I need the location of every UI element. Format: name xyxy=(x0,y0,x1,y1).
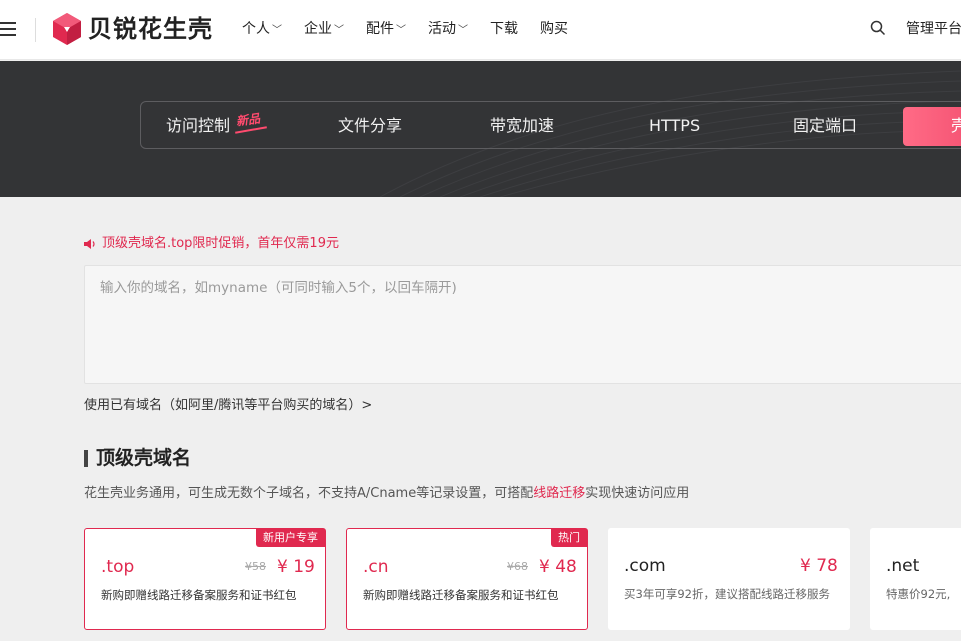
active-tab-label: 壳 xyxy=(951,116,961,135)
feature-tabs: 访问控制 新品 文件分享 带宽加速 HTTPS 固定端口 壳 xyxy=(140,101,961,149)
nav-item-download[interactable]: 下载 xyxy=(490,18,518,42)
main-nav: 个人 ﹀ 企业 ﹀ 配件 ﹀ 活动 ﹀ 下载 购买 xyxy=(242,18,590,42)
logo-cube-icon[interactable] xyxy=(52,12,82,46)
nav-item-personal[interactable]: 个人 ﹀ xyxy=(242,18,282,42)
domain-extension: .net xyxy=(886,556,920,576)
original-price: ¥68 xyxy=(507,560,528,573)
domain-card-top[interactable]: 新用户专享 .top ¥58 ¥ 19 新购即赠线路迁移备案服务和证书红包 xyxy=(84,528,326,630)
chevron-down-icon: ﹀ xyxy=(272,25,282,36)
original-price: ¥58 xyxy=(245,560,266,573)
domain-extension: .com xyxy=(624,556,666,576)
desc-prefix: 花生壳业务通用，可生成无数个子域名，不支持A/Cname等记录设置，可搭配 xyxy=(84,486,534,501)
card-description: 新购即赠线路迁移备案服务和证书红包 xyxy=(363,588,559,602)
nav-label: 企业 xyxy=(304,21,332,37)
use-existing-domain-link[interactable]: 使用已有域名（如阿里/腾讯等平台购买的域名）> xyxy=(84,396,372,416)
section-title: 顶级壳域名 xyxy=(96,447,192,469)
tab-fixed-port[interactable]: 固定端口 xyxy=(793,115,857,137)
management-platform-link[interactable]: 管理平台 xyxy=(906,18,961,40)
domain-card-cn[interactable]: 热门 .cn ¥68 ¥ 48 新购即赠线路迁移备案服务和证书红包 xyxy=(346,528,588,630)
section-marker xyxy=(84,450,88,467)
new-user-badge: 新用户专享 xyxy=(256,529,325,547)
promo-text: 顶级壳域名.top限时促销，首年仅需19元 xyxy=(102,236,339,251)
card-description: 特惠价92元, xyxy=(886,587,951,601)
nav-label: 下载 xyxy=(490,21,518,37)
nav-item-buy[interactable]: 购买 xyxy=(540,18,568,42)
chevron-down-icon: ﹀ xyxy=(396,25,406,36)
domain-extension: .top xyxy=(101,557,135,577)
tab-access-control[interactable]: 访问控制 xyxy=(166,115,230,137)
chevron-down-icon: ﹀ xyxy=(334,25,344,36)
nav-label: 个人 xyxy=(242,21,270,37)
current-price: ¥ 48 xyxy=(539,557,577,577)
search-icon[interactable] xyxy=(870,20,886,36)
card-description: 新购即赠线路迁移备案服务和证书红包 xyxy=(101,588,297,602)
domain-card-com[interactable]: .com ¥ 78 买3年可享92折，建议搭配线路迁移服务 xyxy=(608,528,850,630)
section-description: 花生壳业务通用，可生成无数个子域名，不支持A/Cname等记录设置，可搭配线路迁… xyxy=(84,484,689,504)
nav-label: 购买 xyxy=(540,21,568,37)
nav-label: 活动 xyxy=(428,21,456,37)
top-header: 贝锐花生壳 个人 ﹀ 企业 ﹀ 配件 ﹀ 活动 ﹀ 下载 购买 管理平台 xyxy=(0,0,961,60)
nav-label: 配件 xyxy=(366,21,394,37)
desc-suffix: 实现快速访问应用 xyxy=(585,486,690,501)
tab-shell-domain-active[interactable]: 壳 xyxy=(903,107,961,146)
domain-extension: .cn xyxy=(363,557,389,577)
current-price: ¥ 19 xyxy=(277,557,315,577)
tab-file-share[interactable]: 文件分享 xyxy=(338,115,402,137)
promo-notice: 顶级壳域名.top限时促销，首年仅需19元 xyxy=(84,234,339,254)
header-divider xyxy=(35,18,36,42)
nav-item-enterprise[interactable]: 企业 ﹀ xyxy=(304,18,344,42)
chevron-down-icon: ﹀ xyxy=(458,25,468,36)
new-product-tag: 新品 xyxy=(235,111,261,129)
speaker-icon xyxy=(84,239,95,249)
domain-card-net[interactable]: .net 特惠价92元, xyxy=(870,528,961,630)
domain-input[interactable] xyxy=(84,265,961,384)
tab-bandwidth-boost[interactable]: 带宽加速 xyxy=(490,115,554,137)
feature-banner: 访问控制 新品 文件分享 带宽加速 HTTPS 固定端口 壳 xyxy=(0,61,961,197)
nav-item-events[interactable]: 活动 ﹀ xyxy=(428,18,468,42)
tab-https[interactable]: HTTPS xyxy=(649,115,700,137)
hot-badge: 热门 xyxy=(551,529,587,547)
current-price: ¥ 78 xyxy=(800,556,838,576)
line-migration-link[interactable]: 线路迁移 xyxy=(533,486,585,501)
logo-text[interactable]: 贝锐花生壳 xyxy=(88,14,213,44)
menu-icon[interactable] xyxy=(0,22,16,36)
nav-item-accessories[interactable]: 配件 ﹀ xyxy=(366,18,406,42)
card-description: 买3年可享92折，建议搭配线路迁移服务 xyxy=(624,587,830,601)
